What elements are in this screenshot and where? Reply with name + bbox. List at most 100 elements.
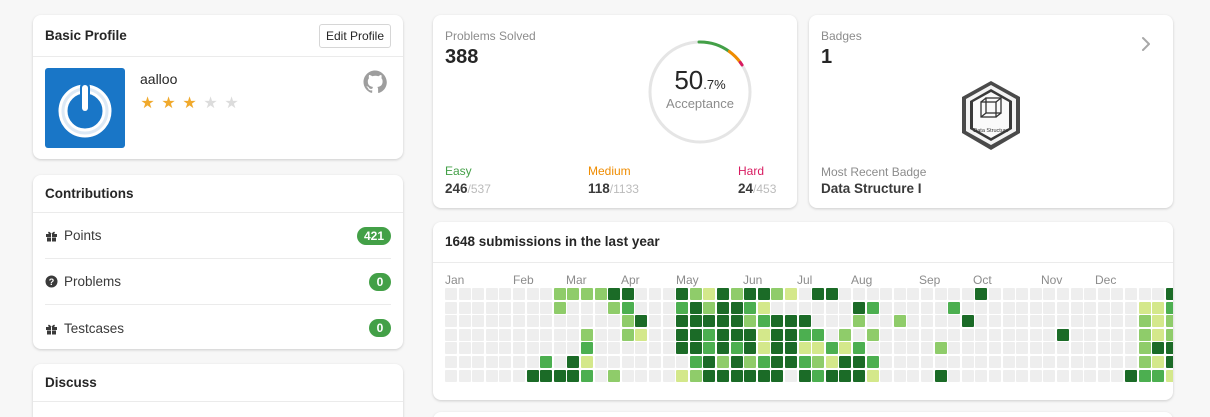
heatmap-cell[interactable] xyxy=(1084,342,1097,355)
heatmap-cell[interactable] xyxy=(730,369,743,382)
heatmap-cell[interactable] xyxy=(921,369,933,382)
heatmap-cell[interactable] xyxy=(608,315,621,328)
heatmap-cell[interactable] xyxy=(880,328,893,341)
heatmap-cell[interactable] xyxy=(485,356,498,368)
heatmap-cell[interactable] xyxy=(975,342,988,355)
heatmap-cell[interactable] xyxy=(1084,328,1097,341)
heatmap-cell[interactable] xyxy=(1070,301,1083,314)
data-structure-badge-image[interactable]: Data Structure xyxy=(957,78,1025,154)
heatmap-cell[interactable] xyxy=(907,356,920,368)
heatmap-cell[interactable] xyxy=(1165,288,1173,300)
heatmap-cell[interactable] xyxy=(730,315,743,328)
heatmap-cell[interactable] xyxy=(540,369,553,382)
heatmap-cell[interactable] xyxy=(540,315,553,328)
heatmap-cell[interactable] xyxy=(1165,328,1173,341)
heatmap-cell[interactable] xyxy=(649,328,661,341)
heatmap-cell[interactable] xyxy=(676,342,689,355)
heatmap-cell[interactable] xyxy=(1138,288,1151,300)
heatmap-cell[interactable] xyxy=(866,315,879,328)
heatmap-cell[interactable] xyxy=(1152,288,1165,300)
heatmap-cell[interactable] xyxy=(1057,328,1069,341)
heatmap-cell[interactable] xyxy=(608,356,621,368)
heatmap-cell[interactable] xyxy=(893,356,906,368)
heatmap-cell[interactable] xyxy=(1084,356,1097,368)
heatmap-cell[interactable] xyxy=(1111,342,1124,355)
heatmap-cell[interactable] xyxy=(1138,301,1151,314)
heatmap-cell[interactable] xyxy=(961,328,974,341)
heatmap-cell[interactable] xyxy=(689,356,702,368)
heatmap-cell[interactable] xyxy=(1097,342,1110,355)
heatmap-cell[interactable] xyxy=(785,301,797,314)
heatmap-cell[interactable] xyxy=(948,369,961,382)
heatmap-cell[interactable] xyxy=(1111,315,1124,328)
heatmap-cell[interactable] xyxy=(676,369,689,382)
heatmap-cell[interactable] xyxy=(621,342,634,355)
heatmap-cell[interactable] xyxy=(1125,369,1137,382)
heatmap-cell[interactable] xyxy=(581,301,593,314)
heatmap-cell[interactable] xyxy=(526,369,539,382)
heatmap-cell[interactable] xyxy=(757,288,770,300)
heatmap-cell[interactable] xyxy=(1125,301,1137,314)
heatmap-cell[interactable] xyxy=(1097,356,1110,368)
heatmap-cell[interactable] xyxy=(662,301,675,314)
heatmap-cell[interactable] xyxy=(1029,342,1042,355)
heatmap-cell[interactable] xyxy=(717,301,729,314)
heatmap-cell[interactable] xyxy=(1002,315,1015,328)
heatmap-cell[interactable] xyxy=(526,328,539,341)
heatmap-cell[interactable] xyxy=(676,328,689,341)
heatmap-cell[interactable] xyxy=(1084,301,1097,314)
heatmap-cell[interactable] xyxy=(812,315,825,328)
heatmap-cell[interactable] xyxy=(853,301,865,314)
heatmap-cell[interactable] xyxy=(458,288,471,300)
heatmap-cell[interactable] xyxy=(1016,301,1029,314)
heatmap-cell[interactable] xyxy=(785,342,797,355)
heatmap-cell[interactable] xyxy=(1057,315,1069,328)
heatmap-cell[interactable] xyxy=(635,301,648,314)
heatmap-cell[interactable] xyxy=(621,328,634,341)
github-icon[interactable] xyxy=(363,70,387,94)
heatmap-cell[interactable] xyxy=(458,356,471,368)
heatmap-cell[interactable] xyxy=(567,356,580,368)
heatmap-cell[interactable] xyxy=(1029,328,1042,341)
heatmap-cell[interactable] xyxy=(553,356,566,368)
heatmap-cell[interactable] xyxy=(553,288,566,300)
heatmap-cell[interactable] xyxy=(1125,342,1137,355)
heatmap-cell[interactable] xyxy=(594,288,607,300)
heatmap-cell[interactable] xyxy=(635,288,648,300)
heatmap-cell[interactable] xyxy=(1165,342,1173,355)
heatmap-cell[interactable] xyxy=(1043,342,1056,355)
heatmap-cell[interactable] xyxy=(798,342,811,355)
heatmap-cell[interactable] xyxy=(812,369,825,382)
heatmap-cell[interactable] xyxy=(594,369,607,382)
heatmap-cell[interactable] xyxy=(621,369,634,382)
heatmap-cell[interactable] xyxy=(513,315,525,328)
heatmap-cell[interactable] xyxy=(499,288,512,300)
heatmap-cell[interactable] xyxy=(907,315,920,328)
heatmap-cell[interactable] xyxy=(771,342,784,355)
heatmap-cell[interactable] xyxy=(1138,356,1151,368)
heatmap-cell[interactable] xyxy=(1084,315,1097,328)
heatmap-cell[interactable] xyxy=(703,328,716,341)
heatmap-cell[interactable] xyxy=(1138,315,1151,328)
heatmap-cell[interactable] xyxy=(989,356,1001,368)
heatmap-cell[interactable] xyxy=(961,369,974,382)
heatmap-cell[interactable] xyxy=(635,356,648,368)
heatmap-cell[interactable] xyxy=(662,369,675,382)
heatmap-cell[interactable] xyxy=(662,342,675,355)
heatmap-cell[interactable] xyxy=(526,356,539,368)
heatmap-cell[interactable] xyxy=(445,369,457,382)
heatmap-cell[interactable] xyxy=(594,342,607,355)
heatmap-cell[interactable] xyxy=(458,315,471,328)
heatmap-cell[interactable] xyxy=(649,369,661,382)
heatmap-cell[interactable] xyxy=(921,342,933,355)
heatmap-cell[interactable] xyxy=(975,356,988,368)
heatmap-cell[interactable] xyxy=(893,288,906,300)
heatmap-cell[interactable] xyxy=(771,288,784,300)
heatmap-cell[interactable] xyxy=(798,315,811,328)
heatmap-cell[interactable] xyxy=(1002,356,1015,368)
heatmap-cell[interactable] xyxy=(1097,288,1110,300)
heatmap-cell[interactable] xyxy=(975,315,988,328)
heatmap-cell[interactable] xyxy=(907,288,920,300)
heatmap-cell[interactable] xyxy=(880,301,893,314)
heatmap-cell[interactable] xyxy=(499,342,512,355)
